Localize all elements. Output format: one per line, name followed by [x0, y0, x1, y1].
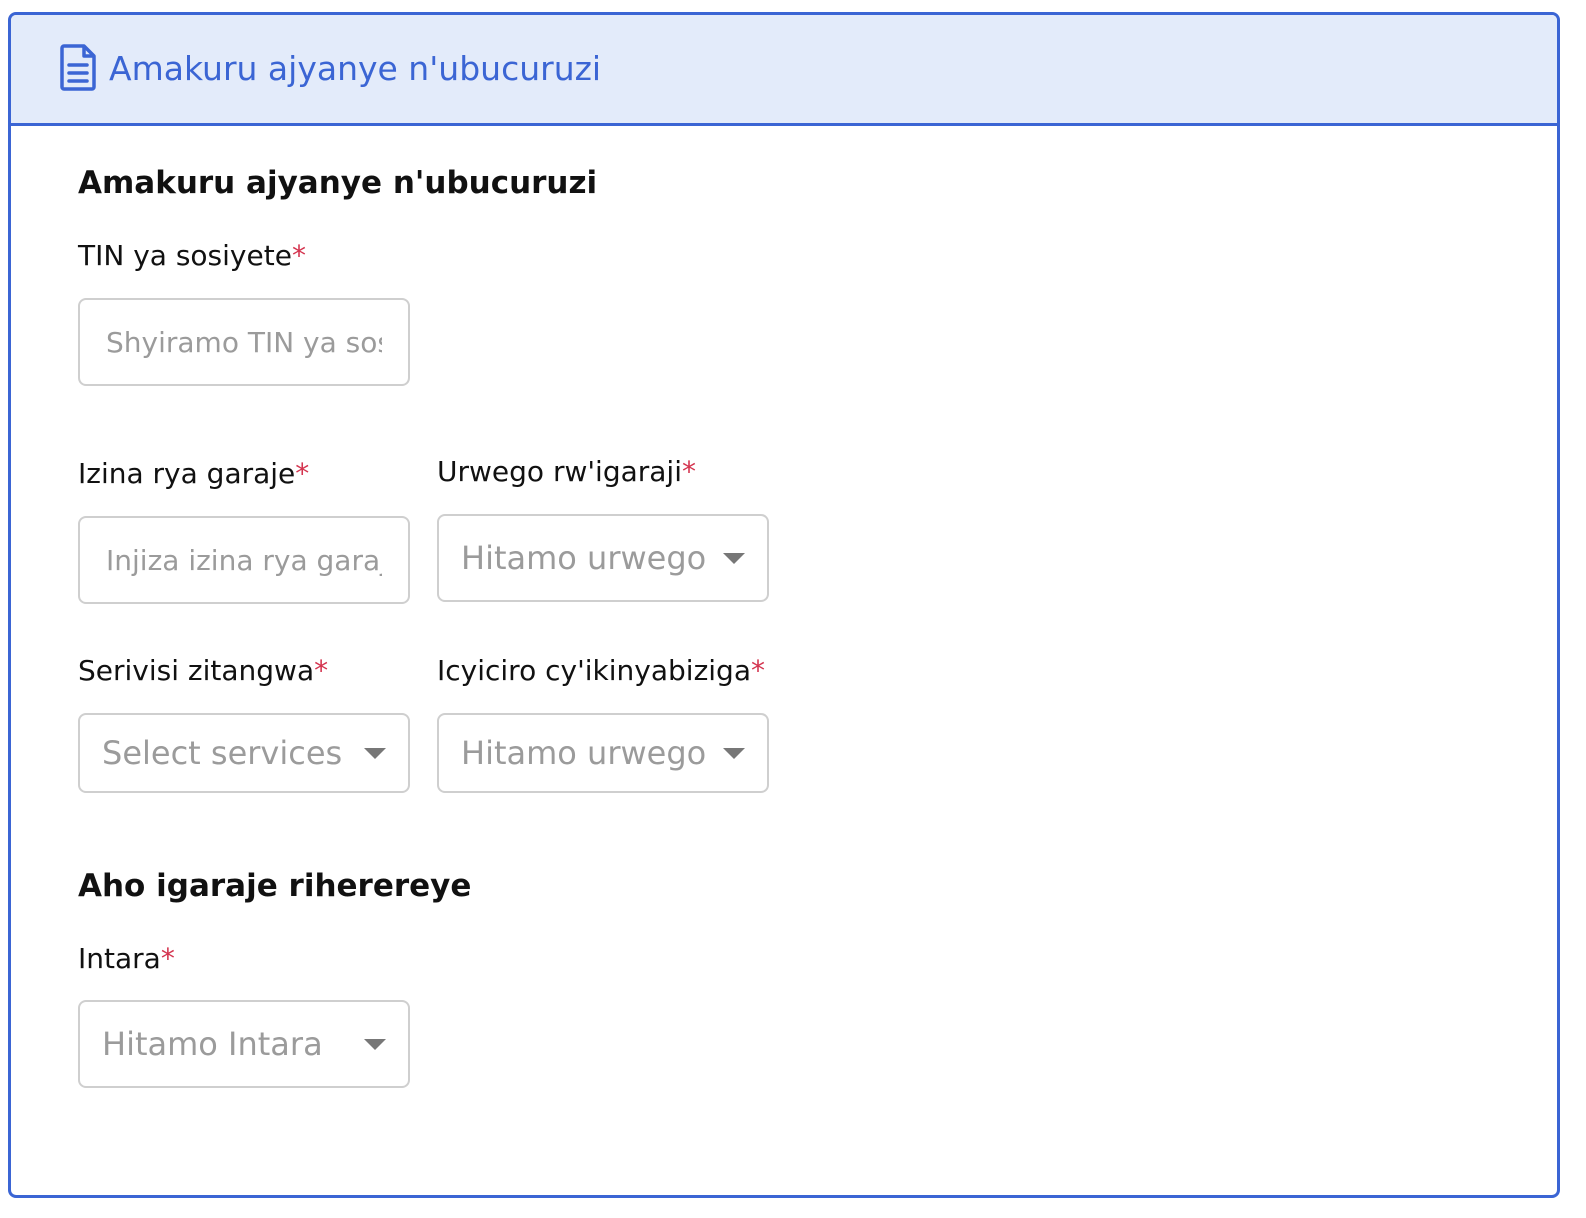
garage-name-input[interactable] — [78, 516, 410, 604]
vehicle-category-select-value: Hitamo urwego — [461, 734, 707, 772]
required-mark: * — [682, 455, 696, 488]
tin-label: TIN ya sosiyete* — [78, 239, 306, 272]
services-label: Serivisi zitangwa* — [78, 654, 329, 687]
document-icon — [60, 44, 96, 91]
garage-level-select[interactable]: Hitamo urwego — [437, 514, 769, 602]
garage-level-label: Urwego rw'igaraji* — [437, 455, 696, 488]
required-mark: * — [160, 942, 175, 975]
card-header-title: Amakuru ajyanye n'ubucuruzi — [109, 49, 602, 88]
vehicle-category-label: Icyiciro cy'ikinyabiziga* — [437, 654, 765, 687]
services-select-value: Select services — [102, 734, 343, 772]
chevron-down-icon — [723, 553, 745, 564]
required-mark: * — [295, 457, 310, 490]
required-mark: * — [291, 239, 306, 272]
chevron-down-icon — [364, 748, 386, 759]
services-select[interactable]: Select services — [78, 713, 410, 793]
province-label: Intara* — [78, 942, 175, 975]
section-title-location: Aho igaraje riherereye — [78, 868, 472, 904]
vehicle-category-select[interactable]: Hitamo urwego — [437, 713, 769, 793]
tin-input[interactable] — [78, 298, 410, 386]
garage-level-select-value: Hitamo urwego — [461, 539, 707, 577]
province-select-value: Hitamo Intara — [102, 1025, 323, 1063]
garage-name-label: Izina rya garaje* — [78, 457, 310, 490]
required-mark: * — [750, 654, 765, 687]
business-info-card: Amakuru ajyanye n'ubucuruzi Amakuru ajya… — [8, 12, 1560, 1198]
section-title-business: Amakuru ajyanye n'ubucuruzi — [78, 165, 598, 201]
chevron-down-icon — [723, 748, 745, 759]
card-header: Amakuru ajyanye n'ubucuruzi — [11, 15, 1557, 126]
province-select[interactable]: Hitamo Intara — [78, 1000, 410, 1088]
required-mark: * — [314, 654, 329, 687]
chevron-down-icon — [364, 1039, 386, 1050]
